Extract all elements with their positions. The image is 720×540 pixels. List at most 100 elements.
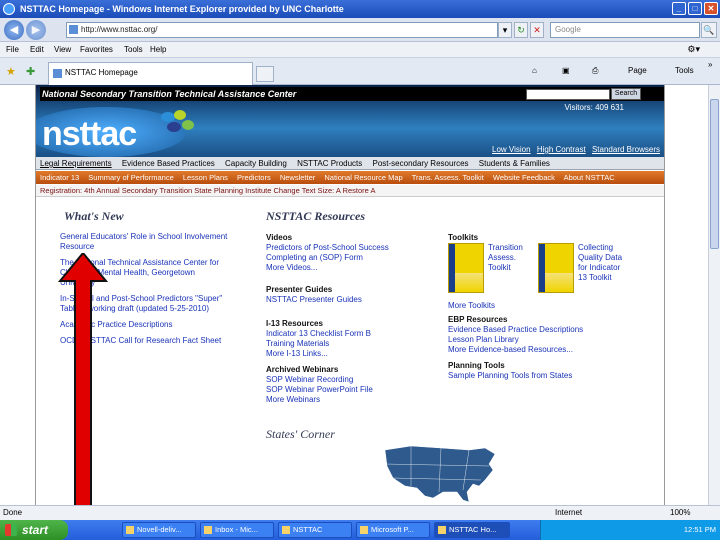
stop-button[interactable]: ✕ bbox=[530, 22, 544, 38]
toolkit-link[interactable]: Assess. bbox=[488, 253, 516, 262]
taskbar-item-label: NSTTAC bbox=[293, 525, 323, 534]
forward-button[interactable]: ▶ bbox=[26, 20, 46, 40]
ebp-link[interactable]: Evidence Based Practice Descriptions bbox=[448, 325, 583, 334]
more-i13-link[interactable]: More I-13 Links... bbox=[266, 349, 328, 358]
menu-edit[interactable]: Edit bbox=[30, 45, 44, 54]
taskbar-item[interactable]: Novell-deliv... bbox=[122, 522, 196, 538]
logo-dots-icon bbox=[161, 110, 194, 132]
search-input[interactable]: Google bbox=[550, 22, 700, 38]
add-favorites-icon[interactable]: ✚ bbox=[26, 65, 35, 78]
more-webinars-link[interactable]: More Webinars bbox=[266, 395, 320, 404]
vertical-scrollbar[interactable] bbox=[708, 85, 720, 505]
minimize-button[interactable]: _ bbox=[672, 2, 686, 15]
webinar-link[interactable]: SOP Webinar Recording bbox=[266, 375, 353, 384]
nav-evidence-based-practices[interactable]: Evidence Based Practices bbox=[122, 159, 215, 168]
i13-link[interactable]: Indicator 13 Checklist Form B bbox=[266, 329, 371, 338]
video-link[interactable]: Predictors of Post-School Success bbox=[266, 243, 389, 252]
subnav-resource-map[interactable]: National Resource Map bbox=[324, 173, 402, 182]
subnav-predictors[interactable]: Predictors bbox=[237, 173, 271, 182]
menu-file[interactable]: File bbox=[6, 45, 19, 54]
clock[interactable]: 12:51 PM bbox=[684, 520, 716, 540]
app-icon bbox=[126, 526, 134, 534]
windows-flag-icon bbox=[5, 524, 17, 536]
video-link[interactable]: Completing an (SOP) Form bbox=[266, 253, 363, 262]
menu-bar: File Edit View Favorites Tools Help ⚙▾ bbox=[0, 42, 720, 58]
i13-link[interactable]: Training Materials bbox=[266, 339, 329, 348]
nav-students-families[interactable]: Students & Families bbox=[479, 159, 550, 168]
taskbar-item[interactable]: Microsoft P... bbox=[356, 522, 430, 538]
security-zone: Internet bbox=[555, 508, 583, 517]
taskbar-item[interactable]: Inbox - Mic... bbox=[200, 522, 274, 538]
menu-help[interactable]: Help bbox=[150, 45, 166, 54]
start-button[interactable]: start bbox=[0, 520, 68, 540]
low-vision-link[interactable]: Low Vision bbox=[492, 145, 531, 154]
menu-view[interactable]: View bbox=[54, 45, 71, 54]
toolkit-link[interactable]: 13 Toolkit bbox=[578, 273, 612, 282]
favorites-star-icon[interactable]: ★ bbox=[6, 65, 16, 78]
webinar-link[interactable]: SOP Webinar PowerPoint File bbox=[266, 385, 373, 394]
more-ebp-link[interactable]: More Evidence-based Resources... bbox=[448, 345, 573, 354]
nav-nsttac-products[interactable]: NSTTAC Products bbox=[297, 159, 362, 168]
ie-icon bbox=[3, 3, 15, 15]
address-field[interactable]: http://www.nsttac.org/ bbox=[66, 22, 498, 38]
presenter-guides-link[interactable]: NSTTAC Presenter Guides bbox=[266, 295, 362, 304]
system-tray: 12:51 PM bbox=[540, 520, 720, 540]
home-icon[interactable]: ⌂ bbox=[532, 66, 537, 75]
folder-icon bbox=[282, 526, 290, 534]
standard-browsers-link[interactable]: Standard Browsers bbox=[592, 145, 660, 154]
page-menu-button[interactable]: Page bbox=[628, 66, 647, 75]
menu-favorites[interactable]: Favorites bbox=[80, 45, 113, 54]
site-logo[interactable]: nsttac bbox=[42, 115, 137, 154]
zoom-level[interactable]: 100% bbox=[670, 506, 690, 520]
site-search-button[interactable]: Search bbox=[611, 88, 641, 100]
subnav-newsletter[interactable]: Newsletter bbox=[280, 173, 315, 182]
accessibility-links: Low Vision High Contrast Standard Browse… bbox=[488, 145, 660, 154]
nav-post-secondary-resources[interactable]: Post-secondary Resources bbox=[373, 159, 469, 168]
whats-new-link[interactable]: General Educators' Role in School Involv… bbox=[60, 232, 230, 252]
high-contrast-link[interactable]: High Contrast bbox=[537, 145, 586, 154]
close-button[interactable]: ✕ bbox=[704, 2, 718, 15]
nav-legal-requirements[interactable]: Legal Requirements bbox=[40, 159, 112, 168]
planning-tools-link[interactable]: Sample Planning Tools from States bbox=[448, 371, 572, 380]
tab-nsttac-homepage[interactable]: NSTTAC Homepage bbox=[48, 62, 253, 85]
more-videos-link[interactable]: More Videos... bbox=[266, 263, 317, 272]
search-go-button[interactable]: 🔍 bbox=[701, 22, 717, 38]
more-chevron-icon[interactable]: » bbox=[708, 60, 712, 69]
toolkit-link[interactable]: Toolkit bbox=[488, 263, 511, 272]
tools-menu-button[interactable]: Tools bbox=[675, 66, 694, 75]
menu-tools[interactable]: Tools bbox=[124, 45, 143, 54]
transition-toolkit-cover[interactable] bbox=[448, 243, 484, 293]
window-title-bar: NSTTAC Homepage - Windows Internet Explo… bbox=[0, 0, 720, 18]
toolkit-link[interactable]: Transition bbox=[488, 243, 523, 252]
toolkit-link[interactable]: for Indicator bbox=[578, 263, 620, 272]
subnav-summary-of-performance[interactable]: Summary of Performance bbox=[88, 173, 173, 182]
subnav-lesson-plans[interactable]: Lesson Plans bbox=[183, 173, 228, 182]
taskbar-item-active[interactable]: NSTTAC Ho... bbox=[434, 522, 510, 538]
resources-heading: NSTTAC Resources bbox=[266, 209, 366, 223]
us-map-icon[interactable] bbox=[381, 440, 501, 505]
toolkit-link[interactable]: Collecting bbox=[578, 243, 613, 252]
site-header: National Secondary Transition Technical … bbox=[36, 85, 664, 157]
subnav-indicator-13[interactable]: Indicator 13 bbox=[40, 173, 79, 182]
indicator13-toolkit-cover[interactable] bbox=[538, 243, 574, 293]
status-text: Done bbox=[3, 508, 23, 517]
print-icon[interactable]: ⎙ bbox=[592, 66, 598, 76]
site-search-input[interactable] bbox=[526, 89, 610, 100]
subnav-assess-toolkit[interactable]: Trans. Assess. Toolkit bbox=[412, 173, 484, 182]
subnav-about[interactable]: About NSTTAC bbox=[564, 173, 615, 182]
registration-bar[interactable]: Registration: 4th Annual Secondary Trans… bbox=[36, 185, 664, 197]
nav-capacity-building[interactable]: Capacity Building bbox=[225, 159, 287, 168]
maximize-button[interactable]: □ bbox=[688, 2, 702, 15]
subnav-website-feedback[interactable]: Website Feedback bbox=[493, 173, 555, 182]
back-button[interactable]: ◀ bbox=[4, 20, 24, 40]
scrollbar-thumb[interactable] bbox=[710, 99, 719, 249]
feeds-icon[interactable]: ▣ bbox=[562, 66, 570, 75]
toolkit-link[interactable]: Quality Data bbox=[578, 253, 622, 262]
address-dropdown-button[interactable]: ▾ bbox=[498, 22, 512, 38]
taskbar-item[interactable]: NSTTAC bbox=[278, 522, 352, 538]
refresh-button[interactable]: ↻ bbox=[514, 22, 528, 38]
new-tab-button[interactable] bbox=[256, 66, 274, 82]
toolbar-gear-icon[interactable]: ⚙▾ bbox=[687, 44, 700, 55]
more-toolkits-link[interactable]: More Toolkits bbox=[448, 301, 495, 310]
ebp-link[interactable]: Lesson Plan Library bbox=[448, 335, 519, 344]
